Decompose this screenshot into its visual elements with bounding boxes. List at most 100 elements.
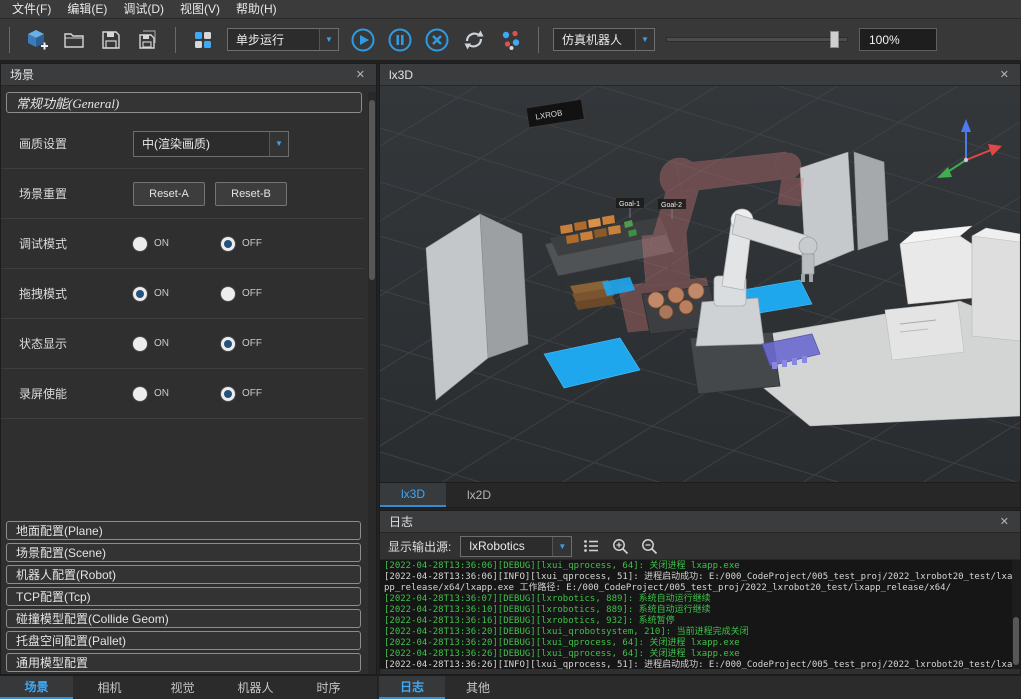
menu-debug[interactable]: 调试(D)	[115, 0, 172, 19]
general-group-header[interactable]: 常规功能(General)	[6, 92, 362, 113]
radio-on-label: ON	[154, 338, 169, 349]
status-on-radio[interactable]	[133, 337, 147, 351]
log-panel-title: 日志	[389, 513, 413, 530]
zoom-out-icon[interactable]	[639, 536, 659, 556]
tab-vision[interactable]: 视觉	[146, 676, 219, 699]
log-line: [2022-04-28T13:36:26][INFO][lxui_qproces…	[384, 660, 1016, 669]
record-off-radio[interactable]	[221, 387, 235, 401]
bottom-tab-bar: 场景 相机 视觉 机器人 时序 日志 其他	[0, 675, 1021, 699]
log-scrollbar[interactable]	[1012, 560, 1020, 669]
radio-on-label: ON	[154, 388, 169, 399]
setting-row-debug-mode: 调试模式 ON OFF	[1, 219, 364, 269]
log-source-select[interactable]: lxRobotics ▼	[460, 536, 572, 557]
section-tcp[interactable]: TCP配置(Tcp)	[6, 587, 361, 606]
log-output[interactable]: [2022-04-28T13:36:06][DEBUG][lxui_qproce…	[380, 560, 1020, 669]
color-dots-icon[interactable]	[498, 27, 524, 53]
refresh-icon[interactable]	[461, 27, 487, 53]
slider-handle[interactable]	[830, 31, 839, 48]
tab-lx2d[interactable]: lx2D	[446, 483, 512, 507]
section-plane[interactable]: 地面配置(Plane)	[6, 521, 361, 540]
tab-lx3d[interactable]: lx3D	[380, 483, 446, 507]
section-common-model[interactable]: 通用模型配置	[6, 653, 361, 672]
chevron-down-icon: ▼	[319, 29, 338, 50]
chevron-down-icon: ▼	[635, 29, 654, 50]
zoom-percent-value: 100%	[869, 33, 900, 47]
run-mode-select[interactable]: 单步运行 ▼	[227, 28, 339, 51]
section-collide-geom[interactable]: 碰撞模型配置(Collide Geom)	[6, 609, 361, 628]
radio-off-label: OFF	[242, 288, 262, 299]
play-button[interactable]	[350, 27, 376, 53]
menu-help[interactable]: 帮助(H)	[228, 0, 285, 19]
scrollbar-thumb[interactable]	[1013, 617, 1019, 665]
goal2-label: Goal-2	[661, 202, 682, 209]
zoom-percent-field[interactable]: 100%	[859, 28, 937, 51]
components-grid-icon[interactable]	[190, 27, 216, 53]
goal1-label: Goal-1	[619, 201, 640, 208]
reset-b-button[interactable]: Reset-B	[215, 182, 287, 206]
open-folder-icon[interactable]	[61, 27, 87, 53]
drag-off-radio[interactable]	[221, 287, 235, 301]
log-line: [2022-04-28T13:36:06][DEBUG][lxui_qproce…	[384, 561, 1016, 572]
debug-on-radio[interactable]	[133, 237, 147, 251]
quality-select[interactable]: 中(渲染画质) ▼	[133, 131, 289, 157]
row-label: 画质设置	[19, 135, 133, 152]
zoom-in-icon[interactable]	[610, 536, 630, 556]
scene-panel-scrollbar[interactable]	[368, 92, 376, 675]
section-robot[interactable]: 机器人配置(Robot)	[6, 565, 361, 584]
log-source-value: lxRobotics	[461, 539, 552, 553]
section-scene[interactable]: 场景配置(Scene)	[6, 543, 361, 562]
close-icon[interactable]: ✕	[998, 68, 1011, 81]
record-on-radio[interactable]	[133, 387, 147, 401]
status-off-radio[interactable]	[221, 337, 235, 351]
run-mode-value: 单步运行	[228, 31, 319, 48]
close-icon[interactable]: ✕	[354, 68, 367, 81]
radio-on-label: ON	[154, 238, 169, 249]
scene-3d-render: LXROB Goal-1 Goal-2	[380, 86, 1020, 482]
stop-button[interactable]	[424, 27, 450, 53]
tab-sequence[interactable]: 时序	[292, 676, 365, 699]
menu-file[interactable]: 文件(F)	[4, 0, 59, 19]
tab-other[interactable]: 其他	[445, 676, 511, 699]
radio-off-label: OFF	[242, 238, 262, 249]
scrollbar-thumb[interactable]	[369, 100, 375, 280]
viewport-title: lx3D	[389, 68, 413, 82]
reset-a-button[interactable]: Reset-A	[133, 182, 205, 206]
log-panel: 日志 ✕ 显示输出源: lxRobotics ▼	[379, 510, 1021, 675]
menu-view[interactable]: 视图(V)	[172, 0, 228, 19]
toolbar-separator	[175, 27, 176, 53]
close-icon[interactable]: ✕	[998, 515, 1011, 528]
robot-select[interactable]: 仿真机器人 ▼	[553, 28, 655, 51]
viewport-panel: lx3D ✕	[379, 63, 1021, 508]
log-panel-header: 日志 ✕	[380, 511, 1020, 533]
section-pallet[interactable]: 托盘空间配置(Pallet)	[6, 631, 361, 650]
tab-scene[interactable]: 场景	[0, 676, 73, 699]
setting-row-drag-mode: 拖拽模式 ON OFF	[1, 269, 364, 319]
setting-row-record: 录屏使能 ON OFF	[1, 369, 364, 419]
scene-panel-title: 场景	[10, 66, 34, 83]
robot-select-value: 仿真机器人	[554, 31, 635, 48]
drag-on-radio[interactable]	[133, 287, 147, 301]
scene-panel-header: 场景 ✕	[1, 64, 376, 86]
log-toolbar: 显示输出源: lxRobotics ▼	[380, 533, 1020, 560]
config-section-list: 地面配置(Plane) 场景配置(Scene) 机器人配置(Robot) TCP…	[1, 521, 366, 675]
save-icon[interactable]	[98, 27, 124, 53]
menu-edit[interactable]: 编辑(E)	[59, 0, 115, 19]
tab-robot[interactable]: 机器人	[219, 676, 292, 699]
log-line: [2022-04-28T13:36:10][DEBUG][lxrobotics,…	[384, 605, 1016, 616]
new-scene-icon[interactable]	[24, 27, 50, 53]
viewport-3d-canvas[interactable]: LXROB Goal-1 Goal-2	[380, 86, 1020, 482]
tab-log[interactable]: 日志	[379, 676, 445, 699]
tab-camera[interactable]: 相机	[73, 676, 146, 699]
log-list-icon[interactable]	[581, 536, 601, 556]
speed-slider[interactable]	[666, 28, 848, 51]
viewport-tab-strip: lx3D lx2D	[380, 482, 1020, 507]
viewport-panel-header: lx3D ✕	[380, 64, 1020, 86]
log-line: [2022-04-28T13:36:07][DEBUG][lxrobotics,…	[384, 594, 1016, 605]
log-line: [2022-04-28T13:36:16][DEBUG][lxrobotics,…	[384, 616, 1016, 627]
chevron-down-icon: ▼	[552, 537, 571, 556]
save-all-icon[interactable]	[135, 27, 161, 53]
debug-off-radio[interactable]	[221, 237, 235, 251]
pause-button[interactable]	[387, 27, 413, 53]
row-label: 调试模式	[19, 235, 133, 252]
setting-row-quality: 画质设置 中(渲染画质) ▼	[1, 119, 364, 169]
